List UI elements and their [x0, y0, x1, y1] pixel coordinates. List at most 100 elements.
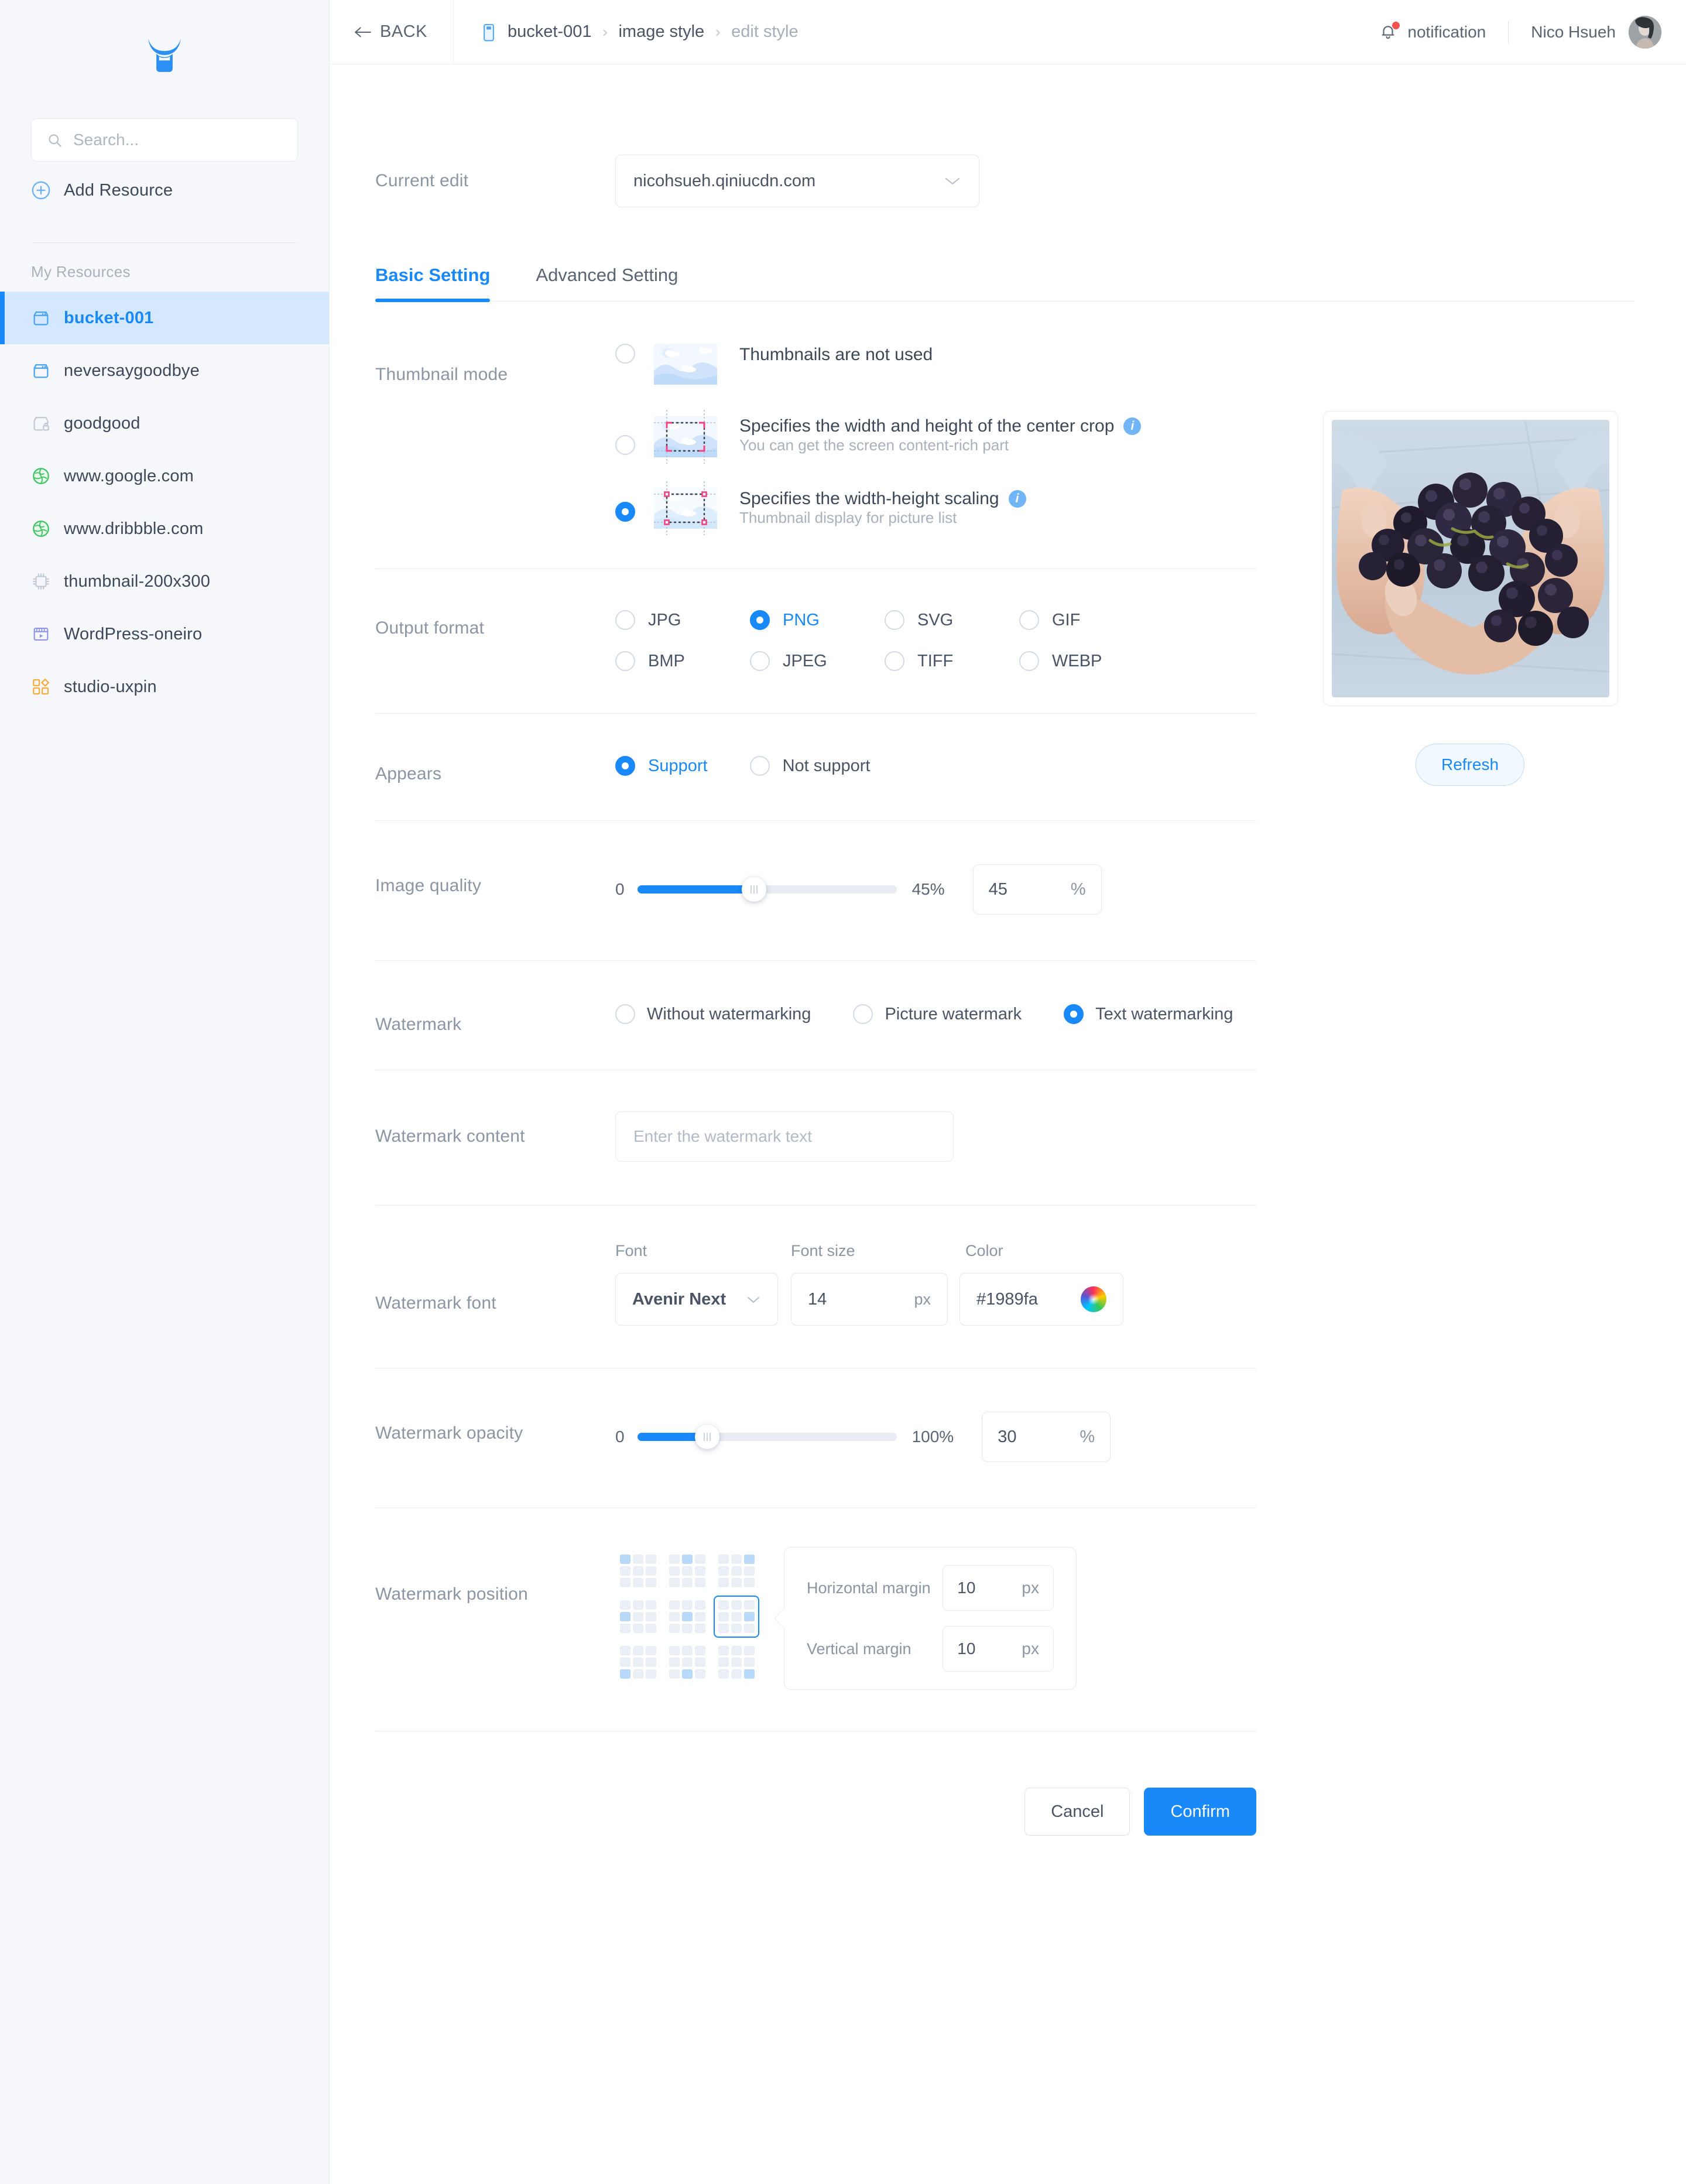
position-cell-middle-center[interactable]	[664, 1596, 710, 1638]
watermark-opacity-slider[interactable]	[637, 1425, 897, 1449]
output-format-png[interactable]: PNG	[750, 610, 885, 630]
vertical-margin-value: 10	[957, 1639, 976, 1658]
sidebar-item-thumbnail-200x300[interactable]: thumbnail-200x300	[0, 555, 329, 608]
radio-not-support[interactable]	[749, 756, 770, 776]
appears-support[interactable]: Support	[615, 756, 708, 776]
thumbnail-mode-option-scaling[interactable]: Specifies the width-height scaling i Thu…	[615, 481, 1256, 535]
back-label: BACK	[380, 22, 427, 41]
sidebar-item-www-google-com[interactable]: www.google.com	[0, 450, 329, 502]
main-area: BACK bucket-001 › image style › edit sty…	[330, 0, 1686, 2184]
chip-icon	[31, 571, 51, 591]
topbar-right: notification Nico Hsueh	[1379, 15, 1686, 49]
globe-icon	[31, 466, 51, 486]
position-cell-top-right[interactable]	[714, 1550, 759, 1592]
radio-picture-watermark[interactable]	[853, 1004, 873, 1024]
sidebar-item-label: thumbnail-200x300	[64, 571, 211, 591]
radio-bmp[interactable]	[615, 651, 635, 671]
image-quality-control: 0 45% 45 %	[615, 821, 1256, 960]
radio-jpg[interactable]	[615, 610, 635, 630]
watermark-opacity-label: Watermark opacity	[375, 1423, 523, 1443]
radio-center-crop[interactable]	[615, 435, 635, 455]
position-cell-top-left[interactable]	[615, 1550, 661, 1592]
color-wheel-icon[interactable]	[1081, 1286, 1106, 1312]
radio-text-watermarking[interactable]	[1064, 1004, 1084, 1024]
search-input[interactable]	[73, 131, 282, 149]
current-edit-select[interactable]: nicohsueh.qiniucdn.com	[615, 155, 979, 207]
cancel-button[interactable]: Cancel	[1024, 1788, 1130, 1836]
color-input[interactable]: #1989fa	[959, 1273, 1123, 1326]
output-format-options: JPG PNG SVG GIF BMP JPEG TIFF WEBP	[615, 569, 1256, 713]
sidebar-item-goodgood[interactable]: goodgood	[0, 397, 329, 450]
output-format-bmp[interactable]: BMP	[615, 651, 750, 671]
search-box[interactable]	[31, 118, 298, 162]
image-quality-slider[interactable]	[637, 877, 897, 902]
thumbnail-mode-option-none[interactable]: Thumbnails are not used	[615, 344, 1256, 385]
horizontal-margin-input[interactable]: 10 px	[943, 1565, 1054, 1611]
radio-webp[interactable]	[1019, 651, 1039, 671]
watermark-text[interactable]: Text watermarking	[1064, 1004, 1233, 1024]
sidebar-item-www-dribbble-com[interactable]: www.dribbble.com	[0, 502, 329, 555]
info-icon[interactable]: i	[1008, 490, 1026, 508]
output-format-jpg[interactable]: JPG	[615, 610, 750, 630]
sidebar-item-studio-uxpin[interactable]: studio-uxpin	[0, 660, 329, 713]
thumbnail-mode-option-center-crop[interactable]: Specifies the width and height of the ce…	[615, 410, 1256, 464]
tab-advanced-setting[interactable]: Advanced Setting	[536, 265, 678, 301]
position-cell-bottom-right[interactable]	[714, 1641, 759, 1683]
output-format-gif[interactable]: GIF	[1019, 610, 1154, 630]
output-format-jpeg[interactable]: JPEG	[750, 651, 885, 671]
watermark-label: Watermark	[375, 1015, 462, 1034]
avatar-image	[1629, 15, 1661, 49]
output-format-webp[interactable]: WEBP	[1019, 651, 1154, 671]
thumbnail-mode-options: Thumbnails are not used Specifies the wi…	[615, 302, 1256, 569]
radio-support[interactable]	[615, 756, 635, 776]
logo-container	[0, 0, 329, 88]
notification-button[interactable]: notification	[1379, 21, 1486, 42]
confirm-button[interactable]: Confirm	[1144, 1788, 1256, 1836]
radio-tiff[interactable]	[885, 651, 904, 671]
watermark-content-box[interactable]	[615, 1111, 954, 1162]
radio-jpeg[interactable]	[750, 651, 770, 671]
sidebar-item-neversaygoodbye[interactable]: neversaygoodbye	[0, 344, 329, 397]
watermark-without[interactable]: Without watermarking	[615, 1004, 811, 1024]
output-format-tiff[interactable]: TIFF	[885, 651, 1019, 671]
watermark-picture[interactable]: Picture watermark	[853, 1004, 1022, 1024]
radio-svg[interactable]	[885, 610, 904, 630]
position-cell-middle-right[interactable]	[714, 1596, 759, 1638]
position-cell-bottom-left[interactable]	[615, 1641, 661, 1683]
breadcrumb-item-image-style[interactable]: image style	[618, 22, 704, 42]
watermark-label-picture: Picture watermark	[885, 1004, 1022, 1023]
position-cell-middle-left[interactable]	[615, 1596, 661, 1638]
watermark-content-input[interactable]	[633, 1127, 935, 1146]
radio-width-height-scaling[interactable]	[615, 502, 635, 522]
back-button[interactable]: BACK	[330, 0, 454, 64]
refresh-button[interactable]: Refresh	[1416, 744, 1524, 786]
add-resource-button[interactable]: Add Resource	[0, 165, 329, 215]
search-icon	[49, 133, 61, 147]
output-format-svg[interactable]: SVG	[885, 610, 1019, 630]
avatar[interactable]	[1629, 15, 1661, 49]
radio-without-watermarking[interactable]	[615, 1004, 635, 1024]
thumbnail-mode-title: Specifies the width and height of the ce…	[739, 416, 1142, 436]
radio-png[interactable]	[750, 610, 770, 630]
font-size-input[interactable]: 14 px	[791, 1273, 948, 1326]
radio-thumbnails-not-used[interactable]	[615, 344, 635, 364]
font-select[interactable]: Avenir Next	[615, 1273, 778, 1326]
output-format-row: Output format JPG PNG SVG GIF BMP JPEG T…	[375, 569, 1256, 714]
image-quality-input[interactable]: 45 %	[972, 864, 1102, 915]
margin-callout: Horizontal margin 10 px Vertical margin	[784, 1547, 1077, 1690]
thumbnail-mode-subtitle: Thumbnail display for picture list	[739, 509, 957, 526]
color-head: Color	[965, 1242, 1003, 1259]
breadcrumb-item-bucket[interactable]: bucket-001	[508, 22, 592, 42]
sidebar-item-bucket-001[interactable]: bucket-001	[0, 292, 329, 344]
position-cell-top-center[interactable]	[664, 1550, 710, 1592]
appears-not-support[interactable]: Not support	[749, 756, 871, 776]
slider-knob[interactable]	[695, 1425, 720, 1449]
info-icon[interactable]: i	[1123, 417, 1142, 435]
radio-gif[interactable]	[1019, 610, 1039, 630]
watermark-opacity-input[interactable]: 30 %	[982, 1412, 1111, 1462]
tab-basic-setting[interactable]: Basic Setting	[375, 265, 491, 302]
slider-knob[interactable]	[741, 877, 766, 902]
sidebar-item-wordpress-oneiro[interactable]: WordPress-oneiro	[0, 608, 329, 660]
position-cell-bottom-center[interactable]	[664, 1641, 710, 1683]
vertical-margin-input[interactable]: 10 px	[943, 1626, 1054, 1672]
